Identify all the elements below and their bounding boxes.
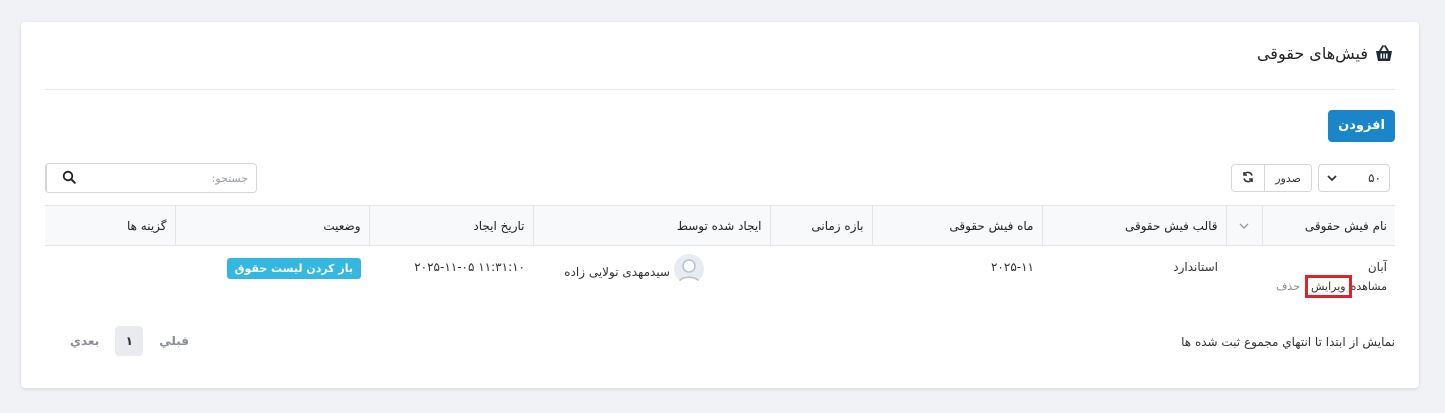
delete-link[interactable]: حذف — [1276, 280, 1300, 293]
table-button-group: صدور — [1231, 164, 1312, 192]
cell-month: ۲۰۲۵-۱۱ — [990, 260, 1034, 274]
search-icon — [62, 169, 76, 188]
page-size-select[interactable]: ۵۰ — [1318, 164, 1390, 192]
page-number-1[interactable]: ۱ — [115, 326, 144, 356]
page-title: فیش‌های حقوقی — [1256, 44, 1368, 63]
card-header: فیش‌های حقوقی — [1257, 44, 1394, 63]
search-button[interactable] — [46, 164, 91, 192]
chevron-down-icon — [1239, 219, 1249, 233]
column-header-options: گزینه ها — [45, 205, 175, 246]
created-at: ۲۰۲۵-۱۱-۰۵ ۱۱:۳۱:۱۰ — [414, 260, 525, 274]
pagination: قبلي ۱ بعدي — [70, 326, 189, 356]
edit-link[interactable]: ویرایش — [1305, 275, 1352, 298]
creator: سیدمهدی تولایی زاده — [541, 254, 762, 284]
add-button[interactable]: افزودن — [1328, 110, 1395, 142]
cell-name: آبان مشاهده ویرایش حذف — [1262, 246, 1395, 308]
cell-created-at: ۲۰۲۵-۱۱-۰۵ ۱۱:۳۱:۱۰ — [369, 246, 533, 308]
column-sort-toggle[interactable] — [1225, 205, 1262, 246]
cell-options — [45, 246, 175, 308]
table-toolbar: ۵۰ صدور — [1231, 164, 1390, 192]
refresh-button[interactable] — [1232, 165, 1266, 191]
payslips-table: نام فیش حقوقی قالب فیش حقوقی ماه فیش حقو… — [45, 205, 1395, 308]
chevron-down-icon — [1327, 171, 1337, 185]
table-row: آبان مشاهده ویرایش حذف استاندارد ۲۰۲۵-۱۱ — [45, 246, 1395, 308]
column-header-creator[interactable]: ایجاد شده توسط — [532, 205, 770, 246]
column-header-template[interactable]: قالب فیش حقوقی — [1041, 205, 1226, 246]
view-link[interactable]: مشاهده — [1351, 280, 1387, 293]
payslip-name: آبان — [1367, 260, 1387, 274]
row-actions: مشاهده ویرایش حذف — [1270, 275, 1387, 298]
next-page-link[interactable]: بعدي — [70, 334, 99, 348]
creator-name: سیدمهدی تولایی زاده — [564, 265, 670, 279]
header-divider — [45, 89, 1395, 90]
column-header-status[interactable]: وضعیت — [174, 205, 369, 246]
cell-period — [770, 246, 872, 308]
export-button[interactable]: صدور — [1265, 165, 1311, 191]
column-header-period[interactable]: بازه زمانی — [769, 205, 872, 246]
open-payroll-button[interactable]: باز کردن لیست حقوق — [226, 258, 361, 279]
cell-status: باز کردن لیست حقوق — [175, 246, 369, 308]
column-header-month[interactable]: ماه فیش حقوقی — [871, 205, 1042, 246]
page-size-value: ۵۰ — [1368, 171, 1381, 185]
cell-template: استاندارد — [1173, 260, 1218, 274]
column-header-created-at[interactable]: تاریخ ایجاد — [368, 205, 533, 246]
refresh-icon — [1242, 171, 1254, 186]
search-box — [45, 163, 257, 193]
table-info: نمایش از ابتدا تا انتهاي مجموع ثبت شده ه… — [1181, 335, 1395, 349]
basket-icon — [1374, 44, 1394, 63]
cell-spacer — [1226, 246, 1262, 308]
prev-page-link[interactable]: قبلي — [159, 334, 189, 348]
search-input[interactable] — [91, 164, 256, 192]
avatar — [674, 254, 704, 284]
payslips-card: فیش‌های حقوقی افزودن ۵۰ صدور — [21, 22, 1419, 388]
table-header-row: نام فیش حقوقی قالب فیش حقوقی ماه فیش حقو… — [45, 205, 1395, 246]
cell-creator: سیدمهدی تولایی زاده — [533, 246, 770, 308]
column-header-name[interactable]: نام فیش حقوقی — [1261, 205, 1395, 246]
